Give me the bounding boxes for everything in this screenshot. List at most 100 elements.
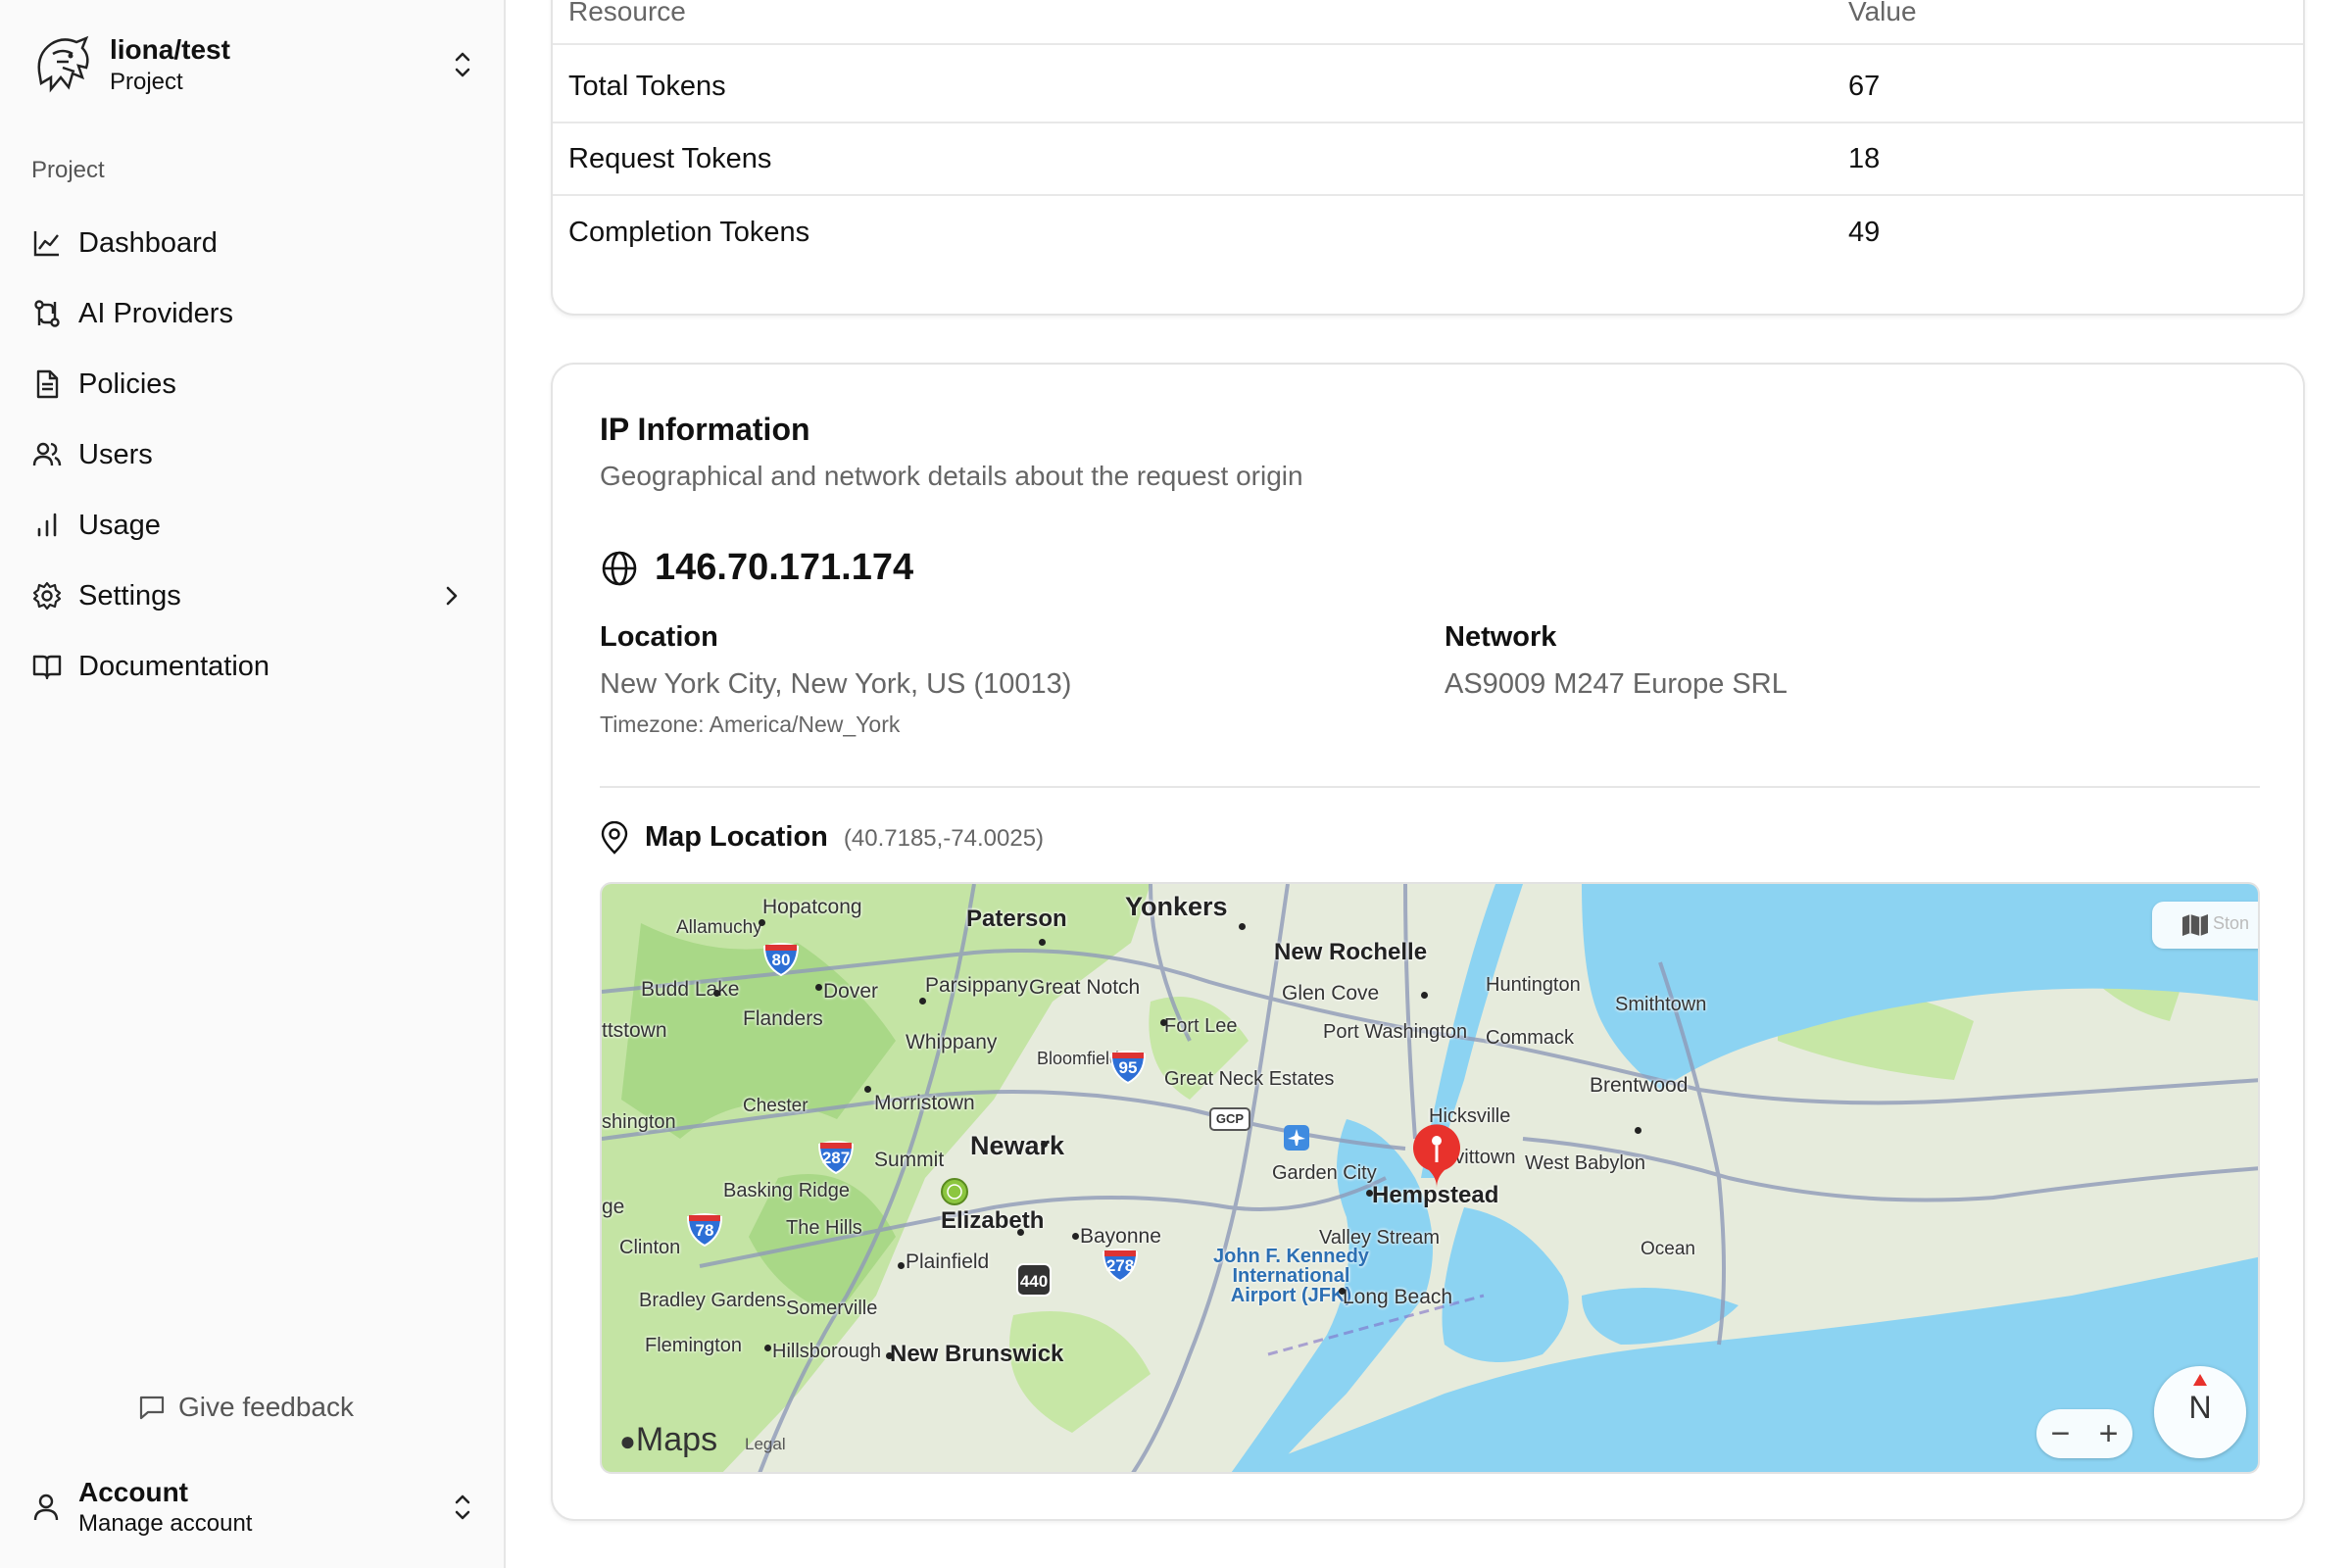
message-square-icon bbox=[139, 1396, 165, 1420]
map-label-flanders: Flanders bbox=[743, 1007, 823, 1030]
sidebar-item-label: Policies bbox=[78, 368, 176, 400]
sidebar-item-ai-providers[interactable]: AI Providers bbox=[31, 278, 474, 349]
map-label-shington: shington bbox=[602, 1111, 676, 1133]
map-label-great-neck-estates: Great Neck Estates bbox=[1164, 1068, 1335, 1090]
table-row: Completion Tokens 49 bbox=[553, 196, 2303, 269]
map-city-dot bbox=[886, 1352, 893, 1359]
map-label-chester: Chester bbox=[743, 1096, 808, 1116]
map-label-yonkers: Yonkers bbox=[1125, 892, 1228, 921]
map-city-dot bbox=[1160, 1019, 1167, 1026]
map-city-dot bbox=[764, 1345, 771, 1351]
map-label-glen-cove: Glen Cove bbox=[1282, 982, 1380, 1004]
document-icon bbox=[36, 369, 59, 399]
sidebar-item-users[interactable]: Users bbox=[31, 419, 474, 490]
map-label-bloomfield: Bloomfield bbox=[1037, 1049, 1120, 1068]
map-label-commack: Commack bbox=[1486, 1027, 1575, 1049]
map-city-dot bbox=[1017, 1229, 1024, 1236]
feedback-label: Give feedback bbox=[178, 1392, 354, 1422]
account-subtitle: Manage account bbox=[78, 1510, 253, 1537]
map-label-new-brunswick: New Brunswick bbox=[890, 1341, 1064, 1367]
table-row: Total Tokens 67 bbox=[553, 51, 2303, 123]
map-label-morristown: Morristown bbox=[874, 1092, 975, 1114]
account-title: Account bbox=[78, 1477, 188, 1507]
timezone-value: Timezone: America/New_York bbox=[600, 711, 901, 737]
map-label-summit: Summit bbox=[874, 1149, 945, 1171]
gear-icon bbox=[32, 581, 62, 611]
map-location-header: Map Location (40.7185,-74.0025) bbox=[600, 821, 1044, 855]
map-label-the-hills: The Hills bbox=[786, 1217, 862, 1239]
airport-icon bbox=[1284, 1125, 1309, 1151]
map-label-bradley-gardens: Bradley Gardens bbox=[639, 1290, 787, 1311]
map-label-basking-ridge: Basking Ridge bbox=[723, 1180, 850, 1201]
map-label-new-rochelle: New Rochelle bbox=[1274, 939, 1428, 965]
map-label-dover: Dover bbox=[823, 980, 879, 1003]
map-label-west-babylon: West Babylon bbox=[1525, 1152, 1646, 1174]
table-row: Request Tokens 18 bbox=[553, 123, 2303, 196]
give-feedback-button[interactable]: Give feedback bbox=[137, 1392, 354, 1423]
apple-icon: ● bbox=[619, 1426, 636, 1456]
map-label-brentwood: Brentwood bbox=[1590, 1074, 1689, 1097]
sidebar-item-settings[interactable]: Settings bbox=[31, 561, 474, 631]
map-city-dot bbox=[1635, 1127, 1642, 1134]
map-label-clinton: Clinton bbox=[619, 1237, 681, 1258]
bar-chart-icon bbox=[37, 513, 57, 537]
map-label-huntington: Huntington bbox=[1486, 974, 1581, 996]
project-switcher[interactable]: liona/test Project bbox=[29, 27, 476, 102]
compass-button[interactable]: N bbox=[2154, 1366, 2246, 1458]
apple-maps-logo: ●Maps bbox=[619, 1421, 717, 1459]
sidebar-item-usage[interactable]: Usage bbox=[31, 490, 474, 561]
map-view[interactable]: Yonkers Paterson Hopatcong Allamuchy New… bbox=[600, 882, 2260, 1474]
map-type-peek-label: Ston bbox=[2213, 913, 2250, 933]
sidebar-item-documentation[interactable]: Documentation bbox=[31, 631, 474, 702]
map-label-elizabeth: Elizabeth bbox=[941, 1207, 1045, 1234]
location-pin-icon bbox=[1413, 1124, 1460, 1188]
map-location-title: Map Location bbox=[645, 821, 828, 853]
legal-link[interactable]: Legal bbox=[745, 1435, 786, 1454]
ip-information-card: IP Information Geographical and network … bbox=[551, 363, 2305, 1521]
compass-arrow-icon bbox=[2193, 1374, 2207, 1386]
map-label-parsippany: Parsippany bbox=[925, 974, 1029, 997]
map-type-button[interactable]: Ston bbox=[2152, 902, 2258, 949]
sidebar-item-label: Settings bbox=[78, 579, 181, 612]
map-coordinates: (40.7185,-74.0025) bbox=[843, 825, 1045, 852]
map-city-dot bbox=[1239, 923, 1246, 930]
map-label-smithtown: Smithtown bbox=[1615, 994, 1707, 1015]
providers-icon bbox=[34, 300, 60, 327]
map-label-hopatcong: Hopatcong bbox=[762, 896, 862, 918]
card-description: Geographical and network details about t… bbox=[600, 461, 1303, 491]
map-city-dot bbox=[759, 919, 765, 926]
cell-value: 49 bbox=[1848, 216, 1881, 248]
map-label-ttstown: ttstown bbox=[602, 1019, 667, 1042]
zoom-out-button[interactable]: − bbox=[2051, 1415, 2071, 1453]
book-open-icon bbox=[32, 655, 62, 680]
map-city-dot bbox=[919, 998, 926, 1004]
sidebar-item-label: Dashboard bbox=[78, 226, 218, 259]
map-city-dot bbox=[1039, 939, 1046, 946]
map-label-fort-lee: Fort Lee bbox=[1164, 1015, 1238, 1037]
map-city-dot bbox=[1339, 1288, 1346, 1295]
location-value: New York City, New York, US (10013) bbox=[600, 668, 1072, 700]
cell-value: 67 bbox=[1848, 70, 1881, 102]
gcp-badge: GCP bbox=[1209, 1107, 1250, 1131]
map-label-ocean: Ocean bbox=[1641, 1239, 1695, 1259]
cell-resource: Request Tokens bbox=[568, 142, 772, 174]
map-label-whippany: Whippany bbox=[906, 1031, 998, 1054]
globe-icon bbox=[602, 551, 637, 585]
map-label-newark: Newark bbox=[970, 1131, 1065, 1160]
card-title: IP Information bbox=[600, 412, 810, 447]
sidebar-item-dashboard[interactable]: Dashboard bbox=[31, 208, 474, 278]
zoom-in-button[interactable]: + bbox=[2099, 1415, 2119, 1453]
map-city-dot bbox=[1421, 992, 1428, 999]
column-header-resource: Resource bbox=[568, 0, 686, 26]
section-label: Project bbox=[31, 157, 105, 183]
cell-resource: Completion Tokens bbox=[568, 216, 810, 248]
location-label: Location bbox=[600, 621, 718, 653]
ip-address: 146.70.171.174 bbox=[600, 547, 913, 589]
sidebar-item-policies[interactable]: Policies bbox=[31, 349, 474, 419]
map-label-somerville: Somerville bbox=[786, 1298, 878, 1319]
sidebar-nav: Dashboard AI Providers Policies Users Us… bbox=[31, 208, 474, 702]
interstate-78-shield: 78 bbox=[686, 1211, 723, 1248]
account-menu[interactable]: Account Manage account bbox=[29, 1470, 476, 1544]
route-440-shield: 440 bbox=[1015, 1262, 1053, 1298]
cell-resource: Total Tokens bbox=[568, 70, 726, 102]
